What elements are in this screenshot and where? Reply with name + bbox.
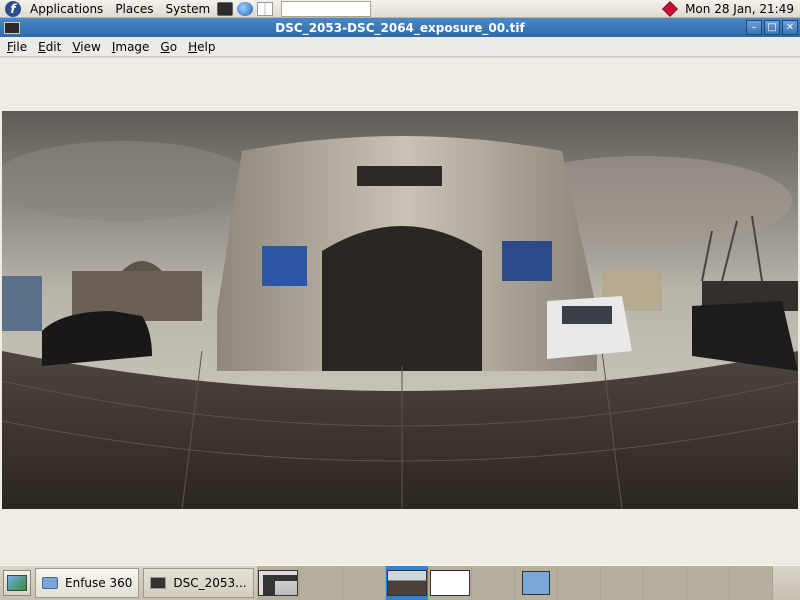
- panel-tray: Mon 28 Jan, 21:49: [662, 0, 794, 18]
- window-controls: – □ ✕: [746, 20, 798, 35]
- menu-image[interactable]: Image: [112, 40, 150, 54]
- menu-go[interactable]: Go: [160, 40, 177, 54]
- web-browser-launcher-icon[interactable]: [237, 1, 254, 16]
- workspace-3[interactable]: [342, 566, 386, 600]
- bottom-panel: Enfuse 360 DSC_2053...: [0, 565, 800, 600]
- clock[interactable]: Mon 28 Jan, 21:49: [685, 2, 794, 16]
- top-panel: f Applications Places System Mon 28 Jan,…: [0, 0, 800, 18]
- image-viewer-icon: [150, 577, 167, 589]
- task-enfuse-360[interactable]: Enfuse 360: [35, 568, 140, 598]
- workspace-1[interactable]: [256, 566, 300, 600]
- workspace-11[interactable]: [686, 566, 730, 600]
- task-label: DSC_2053...: [173, 576, 247, 590]
- menu-file[interactable]: File: [7, 40, 27, 54]
- folder-thumbnail-icon: [521, 571, 550, 595]
- window-titlebar[interactable]: DSC_2053-DSC_2064_exposure_00.tif – □ ✕: [0, 18, 800, 37]
- workspace-12[interactable]: [729, 566, 773, 600]
- system-menu[interactable]: System: [162, 2, 213, 16]
- task-label: Enfuse 360: [65, 576, 133, 590]
- workspace-5[interactable]: [428, 566, 472, 600]
- show-desktop-button[interactable]: [3, 570, 31, 596]
- maximize-button[interactable]: □: [764, 20, 780, 35]
- menu-help[interactable]: Help: [188, 40, 215, 54]
- workspace-switcher: [256, 566, 773, 600]
- image-thumbnail-icon: [386, 570, 427, 596]
- applications-menu[interactable]: Applications: [27, 2, 106, 16]
- documentation-launcher-icon[interactable]: [257, 1, 274, 16]
- workspace-8[interactable]: [557, 566, 601, 600]
- minimize-button[interactable]: –: [746, 20, 762, 35]
- menubar: File Edit View Image Go Help: [0, 37, 800, 57]
- menu-view[interactable]: View: [72, 40, 100, 54]
- panorama-image-drawing: [2, 111, 798, 509]
- workspace-6[interactable]: [471, 566, 515, 600]
- window-menu-icon[interactable]: [4, 21, 20, 34]
- update-notifier-icon[interactable]: [662, 1, 678, 17]
- close-button[interactable]: ✕: [782, 20, 798, 35]
- workspace-9[interactable]: [600, 566, 644, 600]
- workspace-10[interactable]: [643, 566, 687, 600]
- panorama-image: [2, 111, 798, 509]
- fedora-logo-icon[interactable]: f: [5, 0, 21, 17]
- chart-thumbnail-icon: [429, 570, 470, 596]
- menu-edit[interactable]: Edit: [38, 40, 61, 54]
- task-image-viewer[interactable]: DSC_2053...: [143, 568, 254, 598]
- places-menu[interactable]: Places: [112, 2, 156, 16]
- terminal-launcher-icon[interactable]: [217, 1, 234, 16]
- window-title: DSC_2053-DSC_2064_exposure_00.tif: [275, 20, 525, 35]
- folder-icon: [42, 577, 58, 589]
- image-viewer[interactable]: [0, 57, 800, 565]
- panel-search-field[interactable]: [281, 0, 372, 17]
- workspace-2[interactable]: [299, 566, 343, 600]
- desktop-icon: [7, 575, 27, 591]
- workspace-7[interactable]: [514, 566, 558, 600]
- terminal-thumbnail-icon: [257, 570, 298, 596]
- workspace-4[interactable]: [385, 566, 429, 600]
